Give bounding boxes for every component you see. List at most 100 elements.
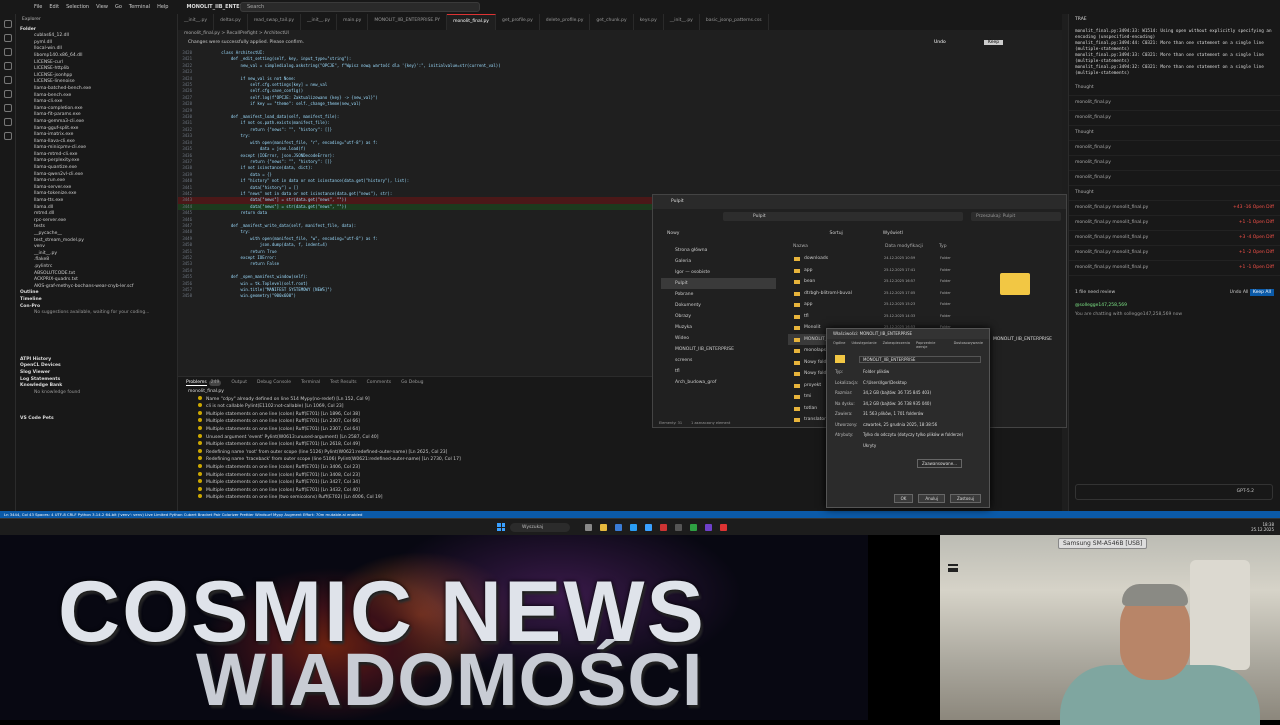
vs-code-pets-section[interactable]: VS Code Pets [16,416,177,423]
file-tree-item[interactable]: .flake8 [16,257,177,264]
panel-tab[interactable]: Comments [367,380,391,386]
file-row[interactable]: app 25.12.2025 15:23 Folder [788,299,958,311]
outline-section[interactable]: Outline [16,290,177,297]
file-tree-item[interactable]: LICENSE-linenoise [16,79,177,86]
undo-all-button[interactable]: Undo All [1230,290,1249,295]
nav-item[interactable]: MONOLIT_IIB_ENTERPRISE [661,344,776,355]
editor-tab[interactable]: get_chunk.py [590,14,634,30]
chat-step-row[interactable]: Thought [1069,81,1280,96]
chat-step-row[interactable]: monolit_final.py monolit_final.py +1 -1 O… [1069,216,1280,231]
file-tree-item[interactable]: AKIS-graf-methyc-bochans-wear-cnyb-ler.s… [16,284,177,291]
tab-general[interactable]: Ogólne [833,341,845,349]
editor-tab[interactable]: __init__.py [664,14,700,30]
tab-customize[interactable]: Dostosowywanie [954,341,983,349]
remote-icon[interactable] [4,104,12,112]
cancel-button[interactable]: Anuluj [918,494,945,503]
file-tree-item[interactable]: mtmd.dll [16,211,177,218]
file-tree-item[interactable]: test_stream_model.py [16,238,177,245]
nav-item[interactable]: Galeria [661,256,776,267]
file-tree-item[interactable]: llama-minicpmv-cli.exe [16,145,177,152]
explorer-search-input[interactable]: Przeszukaj: Pulpit [971,212,1061,221]
file-tree-item[interactable]: LICENSE-httplib [16,66,177,73]
editor-tab[interactable]: get_profile.py [496,14,540,30]
testing-icon[interactable] [4,90,12,98]
menu-file[interactable]: File [34,4,42,10]
timeline-section[interactable]: Timeline [16,297,177,304]
menu-go[interactable]: Go [115,4,122,10]
menu-edit[interactable]: Edit [49,4,59,10]
diff-stat[interactable]: +1 -2 Open Diff [1239,246,1274,260]
nav-item[interactable]: Wideo [661,333,776,344]
file-explorer-icon[interactable] [600,524,607,531]
chat-step-row[interactable]: monolit_final.py [1069,141,1280,156]
source-control-icon[interactable] [4,48,12,56]
editor-tab[interactable]: keys.py [634,14,664,30]
edge-icon[interactable] [630,524,637,531]
editor-tab[interactable]: delete_profile.py [540,14,591,30]
editor-tab[interactable]: __init__.py [301,14,338,30]
file-row[interactable]: bean 25.12.2025 16:57 Folder [788,276,958,288]
pets-icon[interactable] [4,132,12,140]
chat-step-row[interactable]: monolit_final.py monolit_final.py +3 -4 O… [1069,231,1280,246]
file-tree-item[interactable]: llama-imatrix.exe [16,132,177,139]
file-tree-item[interactable]: tests [16,224,177,231]
undo-button[interactable]: Undo [934,40,946,45]
col-name[interactable]: Nazwa [793,244,808,249]
file-row[interactable]: app 25.12.2025 17:41 Folder [788,265,958,277]
menu-view[interactable]: View [96,4,108,10]
address-bar[interactable]: Pulpit [723,212,963,221]
nav-item[interactable]: Arch_budowa_grof [661,377,776,388]
obs-icon[interactable] [720,524,727,531]
keep-button[interactable]: Keep [984,40,1004,45]
chat-input[interactable]: GPT-5.2 [1075,484,1273,500]
panel-tab[interactable]: Terminal [301,380,320,386]
panel-tab[interactable]: Go Debug [401,380,423,386]
ok-button[interactable]: OK [893,494,914,503]
col-type[interactable]: Typ [939,244,947,249]
chat-icon[interactable] [4,118,12,126]
extensions-icon[interactable] [4,76,12,84]
opencl-section[interactable]: OpenCL Devices [16,363,177,370]
keep-all-button[interactable]: Keep All [1249,289,1274,296]
file-tree-item[interactable]: .pylintrc [16,264,177,271]
app-icon-2[interactable] [705,524,712,531]
chat-step-row[interactable]: Thought [1069,186,1280,201]
nav-item[interactable]: screens [661,355,776,366]
nav-item[interactable]: Igor — osobiste [661,267,776,278]
breadcrumb[interactable]: monolit_final.py > RecallPrefight > Arch… [184,31,289,36]
file-tree-item[interactable]: ACKPRIX-quadrs.txt [16,277,177,284]
new-button[interactable]: Nowy [667,231,679,236]
col-date[interactable]: Data modyfikacji [885,244,923,249]
chat-step-row[interactable]: Thought [1069,126,1280,141]
file-tree-item[interactable]: cublas64_12.dll [16,33,177,40]
sort-button[interactable]: Sortuj [829,231,842,236]
nav-item[interactable]: Obrazy [661,311,776,322]
command-search-input[interactable]: Search [240,2,480,12]
chat-step-row[interactable]: monolit_final.py [1069,96,1280,111]
panel-tab[interactable]: Debug Console [257,380,291,386]
diff-stat[interactable]: +1 -1 Open Diff [1239,261,1274,275]
editor-tab[interactable]: deltas.py [214,14,248,30]
windows-start-icon[interactable] [497,523,505,531]
file-row[interactable]: downloads 24.12.2025 10:59 Folder [788,253,958,265]
task-view-icon[interactable] [585,524,592,531]
editor-tab[interactable]: __init__.py [178,14,215,30]
hamburger-menu-icon[interactable] [948,564,958,572]
menu-terminal[interactable]: Terminal [129,4,150,10]
chat-step-row[interactable]: monolit_final.py monolit_final.py +43 -16… [1069,201,1280,216]
terminal-icon[interactable] [675,524,682,531]
editor-tab[interactable]: monolit_final.py [447,14,496,30]
advanced-button[interactable]: Zaawansowane... [917,459,962,468]
nav-item[interactable]: Pobrane [661,289,776,300]
nav-item[interactable]: Pulpit [661,278,776,289]
nav-item[interactable]: tfl [661,366,776,377]
diff-stat[interactable]: +43 -16 Open Diff [1233,201,1274,215]
file-tree-item[interactable]: llama-batched-bench.exe [16,86,177,93]
file-row[interactable]: tfl 25.12.2025 14:33 Folder [788,311,958,323]
apply-button[interactable]: Zastosuj [949,494,981,503]
folder-name-field[interactable]: MONOLIT_IIB_ENTERPRISE [859,355,981,363]
file-tree-item[interactable]: llocal-win.dll [16,46,177,53]
search-icon[interactable] [4,34,12,42]
tab-security[interactable]: Zabezpieczenia [883,341,910,349]
brave-icon[interactable] [660,524,667,531]
